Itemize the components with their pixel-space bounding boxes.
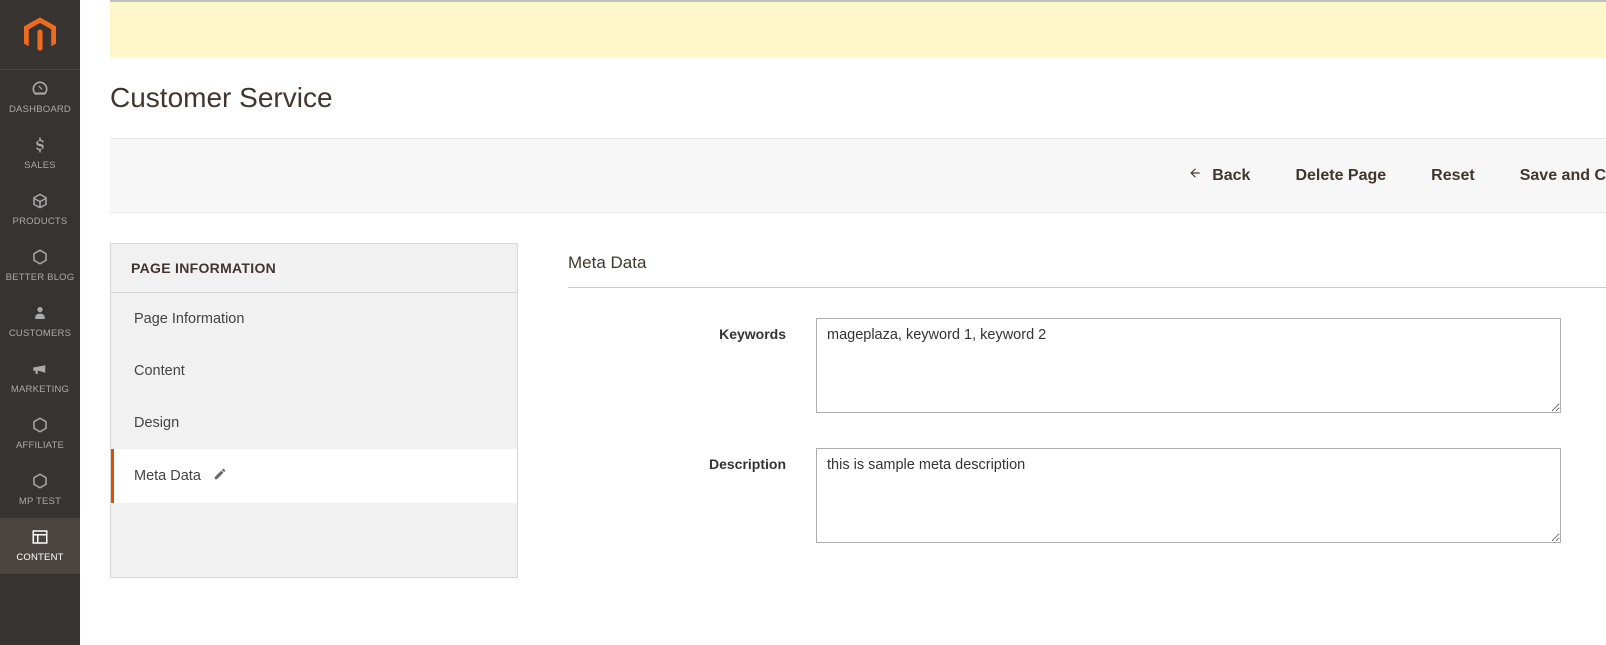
nav-sales[interactable]: SALES <box>0 126 80 182</box>
nav-products[interactable]: PRODUCTS <box>0 182 80 238</box>
tab-label: Page Information <box>134 311 244 327</box>
page-info-header: PAGE INFORMATION <box>111 244 517 293</box>
layout-icon <box>30 527 50 547</box>
nav-marketing[interactable]: MARKETING <box>0 350 80 406</box>
main-area: Customer Service Back Delete Page Reset … <box>80 0 1606 645</box>
pencil-icon <box>213 467 227 485</box>
keywords-label: Keywords <box>568 318 816 418</box>
tab-label: Content <box>134 363 185 379</box>
delete-label: Delete Page <box>1295 167 1386 185</box>
nav-label: SALES <box>24 160 56 171</box>
nav-label: BETTER BLOG <box>6 272 75 283</box>
action-bar: Back Delete Page Reset Save and C <box>110 138 1606 213</box>
nav-affiliate[interactable]: AFFILIATE <box>0 406 80 462</box>
back-label: Back <box>1212 167 1250 185</box>
gauge-icon <box>30 79 50 99</box>
meta-data-form: Meta Data Keywords Description <box>568 243 1606 578</box>
save-continue-label: Save and C <box>1520 167 1606 185</box>
nav-label: MARKETING <box>11 384 69 395</box>
page-title: Customer Service <box>80 58 1606 138</box>
nav-dashboard[interactable]: DASHBOARD <box>0 70 80 126</box>
tab-content[interactable]: Content <box>111 345 517 397</box>
tab-meta-data[interactable]: Meta Data <box>111 449 517 503</box>
nav-better-blog[interactable]: BETTER BLOG <box>0 238 80 294</box>
hexagon-icon <box>30 247 50 267</box>
description-input[interactable] <box>816 448 1561 543</box>
tab-label: Design <box>134 415 179 431</box>
keywords-input[interactable] <box>816 318 1561 413</box>
nav-label: CONTENT <box>16 552 63 563</box>
hexagon-icon <box>30 471 50 491</box>
section-title: Meta Data <box>568 253 1606 288</box>
reset-button[interactable]: Reset <box>1431 167 1475 185</box>
page-info-panel: PAGE INFORMATION Page Information Conten… <box>110 243 518 578</box>
arrow-left-icon <box>1186 166 1204 185</box>
person-icon <box>30 303 50 323</box>
nav-label: DASHBOARD <box>9 104 71 115</box>
notification-banner <box>110 0 1606 58</box>
nav-label: CUSTOMERS <box>9 328 71 339</box>
nav-label: AFFILIATE <box>16 440 64 451</box>
magento-logo[interactable] <box>0 0 80 70</box>
tab-design[interactable]: Design <box>111 397 517 449</box>
nav-label: MP TEST <box>19 496 61 507</box>
dollar-icon <box>30 135 50 155</box>
megaphone-icon <box>30 359 50 379</box>
reset-label: Reset <box>1431 167 1475 185</box>
nav-content[interactable]: CONTENT <box>0 518 80 574</box>
hexagon-icon <box>30 415 50 435</box>
description-label: Description <box>568 448 816 548</box>
save-continue-button[interactable]: Save and C <box>1520 167 1606 185</box>
delete-page-button[interactable]: Delete Page <box>1295 167 1386 185</box>
nav-mp-test[interactable]: MP TEST <box>0 462 80 518</box>
nav-customers[interactable]: CUSTOMERS <box>0 294 80 350</box>
tab-label: Meta Data <box>134 468 201 484</box>
back-button[interactable]: Back <box>1186 166 1250 185</box>
tab-page-information[interactable]: Page Information <box>111 293 517 345</box>
admin-sidebar: DASHBOARD SALES PRODUCTS BETTER BLOG CUS <box>0 0 80 645</box>
nav-label: PRODUCTS <box>13 216 68 227</box>
box-icon <box>30 191 50 211</box>
